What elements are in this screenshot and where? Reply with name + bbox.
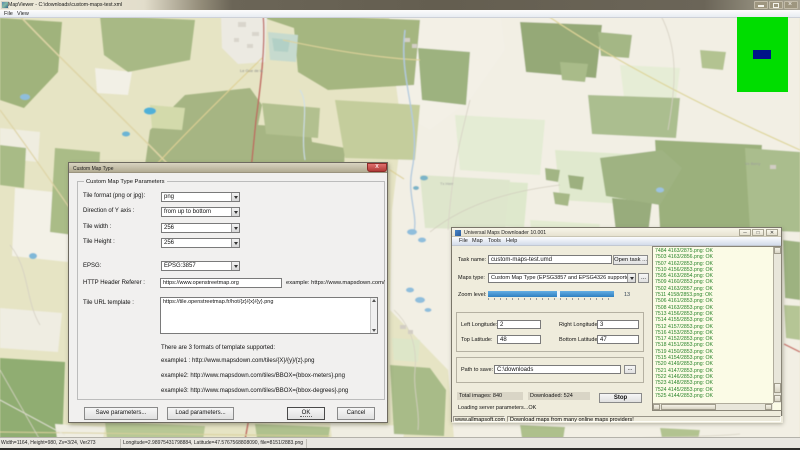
svg-text:Tx Herr: Tx Herr [440, 181, 454, 186]
svg-text:Vx Berry: Vx Berry [745, 161, 760, 166]
svg-text:Le Gue de la: Le Gue de la [240, 68, 264, 73]
